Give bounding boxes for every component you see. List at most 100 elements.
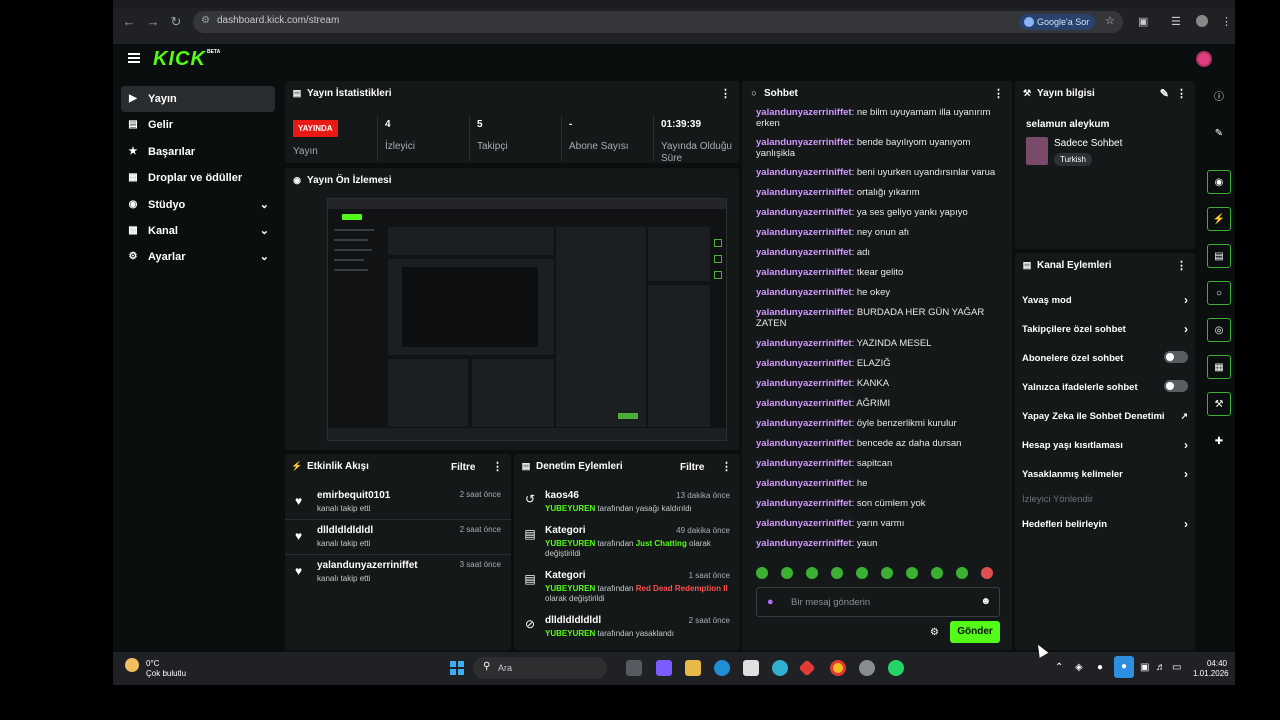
- edge-icon[interactable]: [714, 660, 730, 676]
- moderator-name[interactable]: YUBEYUREN: [545, 504, 595, 513]
- store-icon[interactable]: [743, 660, 759, 676]
- preview-icon[interactable]: ◉: [1207, 170, 1231, 194]
- moderation-title-text[interactable]: kaos46: [545, 490, 579, 501]
- slow-mode-row[interactable]: Yavaş mod ›: [1022, 293, 1188, 307]
- chat-username[interactable]: yalandunyazerriniffet: [756, 498, 852, 509]
- address-bar[interactable]: ⚙ dashboard.kick.com/stream Google'a Sor…: [193, 11, 1123, 33]
- microphone-icon[interactable]: ●: [767, 596, 774, 608]
- reload-icon[interactable]: ↻: [168, 14, 184, 30]
- chat-username[interactable]: yalandunyazerriniffet: [756, 378, 852, 389]
- emote-icon[interactable]: [756, 567, 768, 579]
- chat-username[interactable]: yalandunyazerriniffet: [756, 247, 852, 258]
- app-icon[interactable]: [859, 660, 875, 676]
- broadcast-icon[interactable]: ◎: [1207, 318, 1231, 342]
- back-icon[interactable]: ←: [121, 14, 137, 30]
- chat-username[interactable]: yalandunyazerriniffet: [756, 478, 852, 489]
- emote-icon[interactable]: [806, 567, 818, 579]
- weather-widget[interactable]: 0°C Çok bulutlu: [146, 659, 186, 679]
- system-clock[interactable]: 04:40 1.01.2026: [1193, 659, 1229, 679]
- chat-username[interactable]: yalandunyazerriniffet: [756, 187, 852, 198]
- battery-icon[interactable]: ▭: [1172, 662, 1181, 673]
- extensions-icon[interactable]: ▣: [1138, 15, 1148, 28]
- chat-username[interactable]: yalandunyazerriniffet: [756, 438, 852, 449]
- tray-app-icon[interactable]: ◈: [1075, 662, 1083, 673]
- send-button[interactable]: Gönder: [950, 621, 1000, 643]
- bookmark-star-icon[interactable]: ☆: [1105, 14, 1115, 27]
- user-avatar[interactable]: [1196, 51, 1212, 67]
- moderation-filter-button[interactable]: Filtre: [680, 462, 704, 473]
- chat-username[interactable]: yalandunyazerriniffet: [756, 107, 852, 118]
- sidebar-item-droplar[interactable]: ▦ Droplar ve ödüller: [121, 165, 275, 191]
- moderator-name[interactable]: YUBEYUREN: [545, 539, 595, 548]
- chat-username[interactable]: yalandunyazerriniffet: [756, 538, 852, 549]
- activity-user[interactable]: dlldldldldldl: [317, 525, 373, 536]
- info-icon[interactable]: ⓘ: [1207, 86, 1231, 110]
- browser-menu-icon[interactable]: ⋮: [1221, 15, 1232, 28]
- more-options-icon[interactable]: ⋮: [993, 87, 1004, 100]
- chat-icon[interactable]: ○: [1207, 281, 1231, 305]
- emote-icon[interactable]: [931, 567, 943, 579]
- sidebar-item-kanal[interactable]: ▩ Kanal ⌄: [121, 218, 275, 244]
- lightning-icon[interactable]: ⚡: [1207, 207, 1231, 231]
- chat-username[interactable]: yalandunyazerriniffet: [756, 267, 852, 278]
- moderator-name[interactable]: YUBEYUREN: [545, 584, 595, 593]
- emote-icon[interactable]: [956, 567, 968, 579]
- sidebar-item-yayin[interactable]: ▶ Yayın: [121, 86, 275, 113]
- windows-start-icon[interactable]: [450, 661, 464, 675]
- tray-app-icon[interactable]: ●: [1097, 662, 1103, 673]
- sidebar-item-gelir[interactable]: ▤ Gelir: [121, 112, 275, 138]
- chat-settings-icon[interactable]: ⚙: [930, 627, 939, 638]
- chat-username[interactable]: yalandunyazerriniffet: [756, 287, 852, 298]
- volume-icon[interactable]: ♬: [1156, 662, 1166, 673]
- chat-username[interactable]: yalandunyazerriniffet: [756, 207, 852, 218]
- forward-icon[interactable]: →: [145, 14, 161, 30]
- wrench-icon[interactable]: ⚒: [1207, 392, 1231, 416]
- banned-words-row[interactable]: Yasaklanmış kelimeler ›: [1022, 467, 1188, 481]
- emotes-only-toggle[interactable]: [1164, 380, 1188, 392]
- moderation-title-text[interactable]: dlldldldldldl: [545, 615, 601, 626]
- tray-chevron-icon[interactable]: ⌃: [1055, 662, 1063, 673]
- sidebar-item-basarilar[interactable]: ★ Başarılar: [121, 139, 275, 165]
- more-options-icon[interactable]: ⋮: [720, 87, 731, 100]
- more-options-icon[interactable]: ⋮: [1176, 259, 1187, 272]
- app-icon[interactable]: [772, 660, 788, 676]
- site-info-icon[interactable]: ⚙: [201, 15, 210, 26]
- sidebar-item-studyo[interactable]: ◉ Stüdyo ⌄: [121, 192, 275, 218]
- whatsapp-icon[interactable]: [888, 660, 904, 676]
- set-goals-row[interactable]: Hedefleri belirleyin ›: [1022, 517, 1188, 531]
- activity-user[interactable]: yalandunyazerriniffet: [317, 560, 418, 571]
- stream-category[interactable]: Sadece Sohbet: [1054, 138, 1122, 149]
- chat-username[interactable]: yalandunyazerriniffet: [756, 307, 852, 318]
- more-options-icon[interactable]: ⋮: [721, 460, 732, 473]
- chat-username[interactable]: yalandunyazerriniffet: [756, 458, 852, 469]
- file-explorer-icon[interactable]: [685, 660, 701, 676]
- followers-only-row[interactable]: Takipçilere özel sohbet ›: [1022, 322, 1188, 336]
- emote-icon[interactable]: [781, 567, 793, 579]
- subscribers-only-toggle[interactable]: [1164, 351, 1188, 363]
- chat-username[interactable]: yalandunyazerriniffet: [756, 338, 852, 349]
- sidebar-item-ayarlar[interactable]: ⚙ Ayarlar ⌄: [121, 244, 275, 270]
- chat-input[interactable]: ● Bir mesaj gönderin ☻: [756, 587, 1000, 617]
- emote-icon[interactable]: [981, 567, 993, 579]
- emoji-picker-icon[interactable]: ☻: [980, 596, 991, 607]
- media-icon[interactable]: ☰: [1171, 15, 1181, 28]
- account-age-row[interactable]: Hesap yaşı kısıtlaması ›: [1022, 438, 1188, 452]
- emote-icon[interactable]: [856, 567, 868, 579]
- stream-preview-video[interactable]: [327, 198, 727, 441]
- taskbar-search[interactable]: ⚲ Ara: [473, 657, 607, 679]
- copilot-icon[interactable]: [656, 660, 672, 676]
- chat-username[interactable]: yalandunyazerriniffet: [756, 418, 852, 429]
- chat-username[interactable]: yalandunyazerriniffet: [756, 227, 852, 238]
- edit-icon[interactable]: ✎: [1207, 122, 1231, 146]
- emote-icon[interactable]: [881, 567, 893, 579]
- moderator-name[interactable]: YUBEYUREN: [545, 629, 595, 638]
- kick-logo[interactable]: KICK: [153, 48, 206, 71]
- chat-username[interactable]: yalandunyazerriniffet: [756, 398, 852, 409]
- emote-icon[interactable]: [906, 567, 918, 579]
- emote-icon[interactable]: [831, 567, 843, 579]
- task-view-icon[interactable]: [626, 660, 642, 676]
- chrome-icon[interactable]: [830, 660, 846, 676]
- network-icon[interactable]: ▣: [1140, 662, 1149, 673]
- channel-actions-icon[interactable]: ▦: [1207, 355, 1231, 379]
- more-options-icon[interactable]: ⋮: [1176, 87, 1187, 100]
